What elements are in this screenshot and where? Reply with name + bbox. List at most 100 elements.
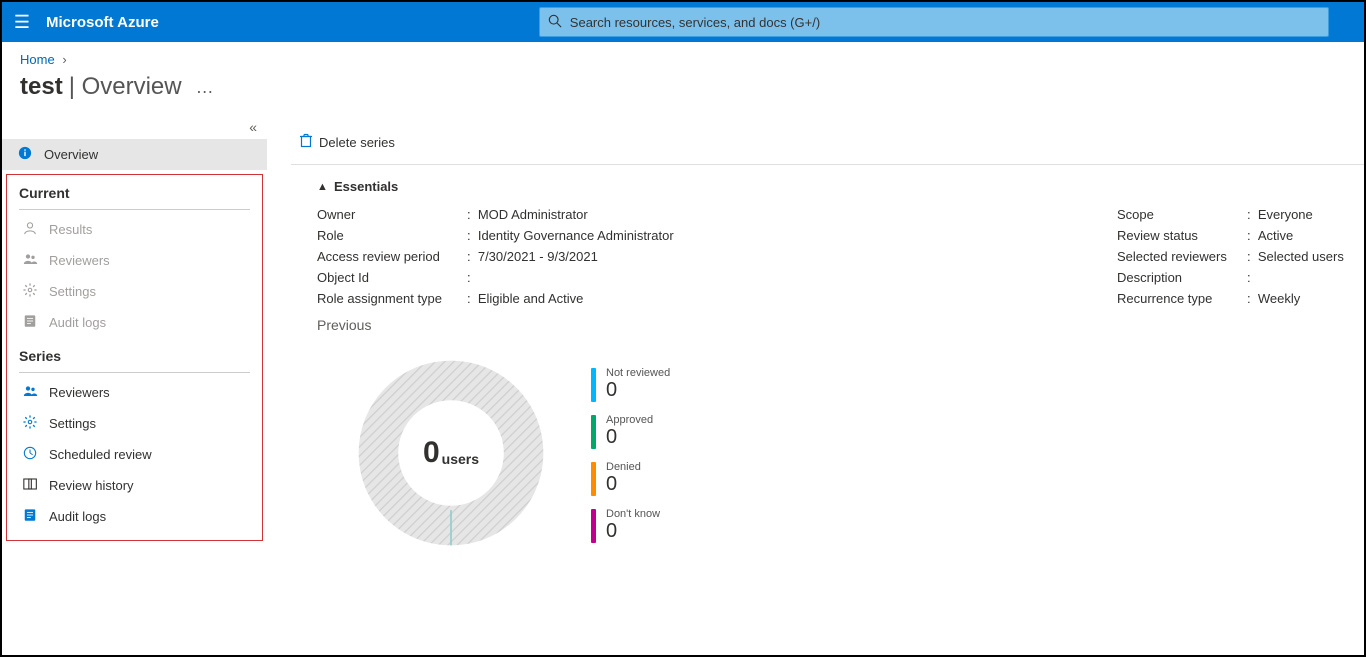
divider (19, 372, 250, 373)
legend-color-icon (591, 462, 596, 496)
sidebar-item-label: Settings (49, 416, 96, 431)
legend-item-notreviewed: Not reviewed0 (591, 367, 670, 402)
essentials-key: Scope (1117, 207, 1247, 222)
page-name: test (20, 73, 63, 101)
hamburger-icon[interactable]: ☰ (2, 12, 42, 33)
legend-label: Don't know (606, 508, 660, 520)
essentials-header-label: Essentials (334, 179, 398, 194)
chevron-right-icon: › (62, 52, 66, 67)
sidebar-item-label: Audit logs (49, 315, 106, 330)
essentials-key: Review status (1117, 228, 1247, 243)
legend-color-icon (591, 368, 596, 402)
essentials-value: : Eligible and Active (467, 291, 583, 306)
essentials-value: : Identity Governance Administrator (467, 228, 674, 243)
delete-series-button[interactable]: Delete series (291, 129, 403, 156)
sidebar-item-label: Results (49, 222, 92, 237)
search-box[interactable] (539, 7, 1329, 37)
essentials-value: : (1247, 270, 1258, 285)
sidebar-item-results[interactable]: Results (7, 214, 262, 245)
essentials-row-selrev: Selected reviewers : Selected users (1117, 246, 1344, 267)
essentials-key: Object Id (317, 270, 467, 285)
legend-label: Approved (606, 414, 653, 426)
legend-label: Not reviewed (606, 367, 670, 379)
log-icon (19, 508, 41, 525)
essentials-section: ▲ . Essentials Owner : MOD Administrator… (291, 165, 1364, 315)
search-input[interactable] (568, 14, 1320, 31)
sidebar-item-reviewers-current[interactable]: Reviewers (7, 245, 262, 276)
essentials-key: Role assignment type (317, 291, 467, 306)
page-section: | Overview (69, 73, 182, 101)
top-bar: ☰ Microsoft Azure (2, 2, 1364, 42)
gear-icon (19, 415, 41, 432)
chart-legend: Not reviewed0 Approved0 Denied0 Don't kn… (591, 367, 670, 543)
essentials-row-objectid: Object Id : (317, 267, 1117, 288)
essentials-value: : Selected users (1247, 249, 1344, 264)
history-icon (19, 477, 41, 494)
legend-value: 0 (606, 520, 660, 543)
chevron-up-icon: ▲ (317, 181, 328, 193)
sidebar: « Overview Current Results Reviewers (2, 121, 267, 654)
sidebar-item-scheduled-review[interactable]: Scheduled review (7, 439, 262, 470)
essentials-value: : Weekly (1247, 291, 1300, 306)
legend-value: 0 (606, 426, 653, 449)
legend-value: 0 (606, 473, 641, 496)
people-icon (19, 252, 41, 269)
chart-area: 0 users Not reviewed0 Approved0 Denied0 (291, 333, 1364, 563)
essentials-row-owner: Owner : MOD Administrator (317, 204, 1117, 225)
delete-series-label: Delete series (319, 135, 395, 150)
sidebar-item-auditlogs-current[interactable]: Audit logs (7, 307, 262, 338)
essentials-value: : Active (1247, 228, 1293, 243)
essentials-row-recur: Recurrence type : Weekly (1117, 288, 1344, 309)
donut-chart: 0 users (341, 343, 561, 563)
sidebar-item-label: Settings (49, 284, 96, 299)
essentials-row-scope: Scope : Everyone (1117, 204, 1344, 225)
sidebar-item-settings-current[interactable]: Settings (7, 276, 262, 307)
sidebar-item-label: Overview (44, 147, 98, 162)
person-icon (19, 221, 41, 238)
collapse-icon[interactable]: « (249, 119, 257, 135)
essentials-value: : MOD Administrator (467, 207, 588, 222)
page-title: test | Overview … (2, 67, 1364, 121)
command-bar: Delete series (291, 121, 1364, 165)
legend-item-approved: Approved0 (591, 414, 670, 449)
essentials-key: Access review period (317, 249, 467, 264)
gear-icon (19, 283, 41, 300)
sidebar-item-reviewers-series[interactable]: Reviewers (7, 377, 262, 408)
sidebar-item-review-history[interactable]: Review history (7, 470, 262, 501)
sidebar-item-auditlogs-series[interactable]: Audit logs (7, 501, 262, 532)
sidebar-item-label: Scheduled review (49, 447, 152, 462)
breadcrumb-home[interactable]: Home (20, 52, 55, 67)
legend-item-denied: Denied0 (591, 461, 670, 496)
legend-label: Denied (606, 461, 641, 473)
legend-value: 0 (606, 379, 670, 402)
trash-icon (299, 133, 313, 152)
essentials-key: Owner (317, 207, 467, 222)
search-wrap (539, 7, 1364, 37)
essentials-value: : Everyone (1247, 207, 1313, 222)
essentials-key: Recurrence type (1117, 291, 1247, 306)
essentials-row-desc: Description : (1117, 267, 1344, 288)
essentials-toggle[interactable]: ▲ . Essentials (317, 179, 1364, 194)
essentials-value: : (467, 270, 478, 285)
sidebar-item-settings-series[interactable]: Settings (7, 408, 262, 439)
log-icon (19, 314, 41, 331)
sidebar-section-series: Series (7, 338, 262, 368)
legend-color-icon (591, 415, 596, 449)
essentials-key: Description (1117, 270, 1247, 285)
legend-item-dontknow: Don't know0 (591, 508, 670, 543)
sidebar-item-label: Reviewers (49, 253, 110, 268)
brand-label: Microsoft Azure (46, 14, 159, 31)
sidebar-item-overview[interactable]: Overview (2, 139, 267, 170)
sidebar-item-label: Audit logs (49, 509, 106, 524)
essentials-row-roleassign: Role assignment type : Eligible and Acti… (317, 288, 1117, 309)
essentials-row-status: Review status : Active (1117, 225, 1344, 246)
essentials-key: Role (317, 228, 467, 243)
essentials-row-period: Access review period : 7/30/2021 - 9/3/2… (317, 246, 1117, 267)
previous-label: Previous (291, 315, 1364, 333)
more-icon[interactable]: … (196, 77, 214, 98)
sidebar-section-current: Current (7, 175, 262, 205)
sidebar-item-label: Review history (49, 478, 134, 493)
sidebar-highlight-box: Current Results Reviewers Settings (6, 174, 263, 541)
essentials-row-role: Role : Identity Governance Administrator (317, 225, 1117, 246)
donut-unit: users (442, 451, 479, 467)
